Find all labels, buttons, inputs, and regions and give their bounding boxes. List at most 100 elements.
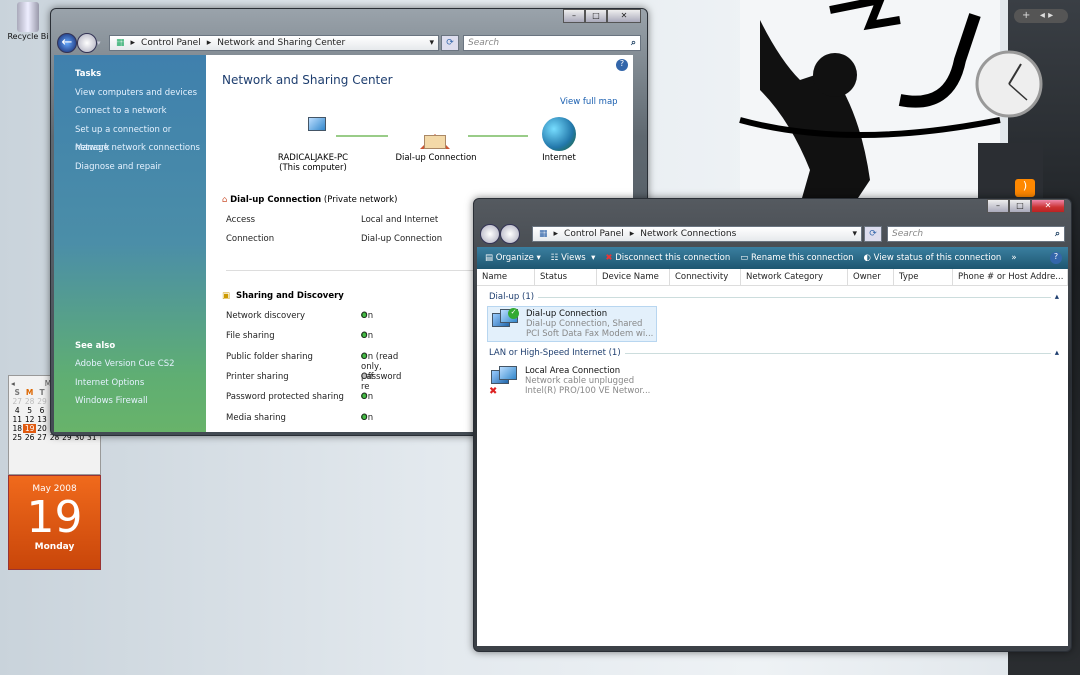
calendar-date[interactable]: 20 <box>36 424 48 433</box>
map-network-label[interactable]: Dial-up Connection <box>386 153 486 163</box>
weekday-label: M <box>25 388 34 397</box>
group-dialup[interactable]: Dial-up (1) ▴ <box>489 292 1059 302</box>
sharing-label: Public folder sharing <box>226 351 313 362</box>
more-commands-button[interactable]: » <box>1011 253 1016 263</box>
breadcrumb-current[interactable]: Network and Sharing Center <box>217 38 345 48</box>
view-status-button[interactable]: ◐ View status of this connection <box>864 253 1002 263</box>
column-header[interactable]: Owner <box>848 269 894 285</box>
calendar-date[interactable]: 27 <box>11 397 23 406</box>
network-connection-icon: ✖ <box>489 366 519 397</box>
search-input[interactable]: Search ⌕ <box>887 226 1065 242</box>
view-full-map-link[interactable]: View full map <box>560 97 618 107</box>
weekday-label: T <box>39 388 45 397</box>
rename-button[interactable]: ▭ Rename this connection <box>740 253 853 263</box>
search-input[interactable]: Search ⌕ <box>463 35 641 51</box>
window-controls: – □ ✕ <box>563 9 641 23</box>
see-also-heading: See also <box>75 340 116 351</box>
connection-header: ⌂ Dial-up Connection (Private network) <box>222 195 398 205</box>
column-header[interactable]: Device Name <box>597 269 670 285</box>
calendar-date[interactable]: 13 <box>36 415 48 424</box>
sharing-status[interactable]: On <box>361 331 373 341</box>
sharing-status[interactable]: On <box>361 311 373 321</box>
tasks-pane: Tasks View computers and devices Connect… <box>54 55 206 432</box>
back-button[interactable]: ← <box>57 33 77 53</box>
close-button[interactable]: ✕ <box>1031 199 1065 213</box>
task-connect-network[interactable]: Connect to a network <box>54 102 206 121</box>
task-diagnose-repair[interactable]: Diagnose and repair <box>54 158 206 177</box>
minimize-button[interactable]: – <box>987 199 1009 213</box>
window-controls: – □ ✕ <box>987 199 1065 213</box>
breadcrumb-current[interactable]: Network Connections <box>640 229 736 239</box>
column-header[interactable]: Type <box>894 269 953 285</box>
calendar-date[interactable]: 18 <box>11 424 23 433</box>
address-bar[interactable]: ▦ ▸ Control Panel ▸ Network and Sharing Ce… <box>109 35 439 51</box>
organize-button[interactable]: ▤ Organize ▾ <box>485 253 541 263</box>
chevron-down-icon[interactable]: ▾ <box>852 229 857 239</box>
recycle-bin[interactable]: Recycle Bi <box>4 2 52 41</box>
link-adobe-version-cue[interactable]: Adobe Version Cue CS2 <box>54 355 206 374</box>
calendar-date[interactable]: 6 <box>36 406 48 415</box>
red-x-icon: ✖ <box>489 386 498 397</box>
maximize-button[interactable]: □ <box>585 9 607 23</box>
sharing-label: File sharing <box>226 331 275 342</box>
views-button[interactable]: ☷ Views ▾ <box>551 253 596 263</box>
refresh-button[interactable]: ⟳ <box>441 35 459 51</box>
sharing-status[interactable]: Off <box>361 372 374 382</box>
calendar-date[interactable]: 26 <box>23 433 35 442</box>
refresh-button[interactable]: ⟳ <box>864 226 882 242</box>
task-setup-connection[interactable]: Set up a connection or network <box>54 121 206 153</box>
globe-icon <box>542 117 576 151</box>
sharing-status[interactable]: On <box>361 392 373 402</box>
calendar-date[interactable]: 4 <box>11 406 23 415</box>
group-lan[interactable]: LAN or High-Speed Internet (1) ▴ <box>489 348 1059 358</box>
calendar-date[interactable]: 12 <box>23 415 35 424</box>
disconnect-button[interactable]: ✖ Disconnect this connection <box>605 253 730 263</box>
help-icon[interactable]: ? <box>1050 252 1062 264</box>
breadcrumb-control-panel[interactable]: Control Panel <box>141 38 201 48</box>
calendar-date[interactable]: 5 <box>23 406 35 415</box>
link-internet-options[interactable]: Internet Options <box>54 374 206 393</box>
calendar-date[interactable]: 27 <box>36 433 48 442</box>
list-item-lan[interactable]: ✖ Local Area Connection Network cable unp… <box>487 364 652 400</box>
prev-month-icon[interactable]: ◂ <box>11 379 15 388</box>
column-header[interactable]: Phone # or Host Addre... <box>953 269 1068 285</box>
list-item-dialup[interactable]: ✓ Dial-up Connection Dial-up Connection, … <box>487 306 657 342</box>
connections-list: Dial-up (1) ▴ ✓ Dial-up Connection Dial-up… <box>477 286 1068 646</box>
sharing-label: Password protected sharing <box>226 392 344 403</box>
help-icon[interactable]: ? <box>616 59 628 71</box>
maximize-button[interactable]: □ <box>1009 199 1031 213</box>
rss-icon: ) <box>1015 179 1035 197</box>
map-internet-label[interactable]: Internet <box>524 153 594 163</box>
command-bar: ▤ Organize ▾ ☷ Views ▾ ✖ Disconnect this… <box>477 247 1068 269</box>
close-button[interactable]: ✕ <box>607 9 641 23</box>
sharing-status[interactable]: On (read only, password re <box>361 352 401 392</box>
calendar-date[interactable]: 28 <box>23 397 35 406</box>
back-button[interactable] <box>480 224 500 244</box>
column-header[interactable]: Status <box>535 269 597 285</box>
column-header[interactable]: Name <box>477 269 535 285</box>
breadcrumb-control-panel[interactable]: Control Panel <box>564 229 624 239</box>
sharing-label: Media sharing <box>226 412 286 423</box>
network-connection-icon: ✓ <box>490 308 520 339</box>
sidebar-controls[interactable]: + ◂ ▸ <box>1014 9 1068 23</box>
minimize-button[interactable]: – <box>563 9 585 23</box>
task-manage-connections[interactable]: Manage network connections <box>54 139 206 158</box>
calendar-date[interactable]: 25 <box>11 433 23 442</box>
column-header[interactable]: Network Category <box>741 269 848 285</box>
task-view-computers[interactable]: View computers and devices <box>54 84 206 103</box>
network-connections-window: – □ ✕ ▦ ▸ Control Panel ▸ Network Connection… <box>473 198 1072 652</box>
calendar-date[interactable]: 11 <box>11 415 23 424</box>
sharing-status[interactable]: On <box>361 413 373 423</box>
control-panel-icon: ▦ <box>539 229 548 239</box>
sharing-label: Printer sharing <box>226 371 289 382</box>
calendar-date[interactable]: 29 <box>36 397 48 406</box>
calendar-day: 19 <box>26 492 83 543</box>
forward-button[interactable] <box>500 224 520 244</box>
address-bar[interactable]: ▦ ▸ Control Panel ▸ Network Connections ▾ <box>532 226 862 242</box>
link-windows-firewall[interactable]: Windows Firewall <box>54 392 206 411</box>
search-icon: ⌕ <box>1054 229 1060 239</box>
chevron-down-icon[interactable]: ▾ <box>429 38 434 48</box>
column-header[interactable]: Connectivity <box>670 269 741 285</box>
calendar-date[interactable]: 19 <box>23 424 36 433</box>
forward-button[interactable] <box>77 33 97 53</box>
